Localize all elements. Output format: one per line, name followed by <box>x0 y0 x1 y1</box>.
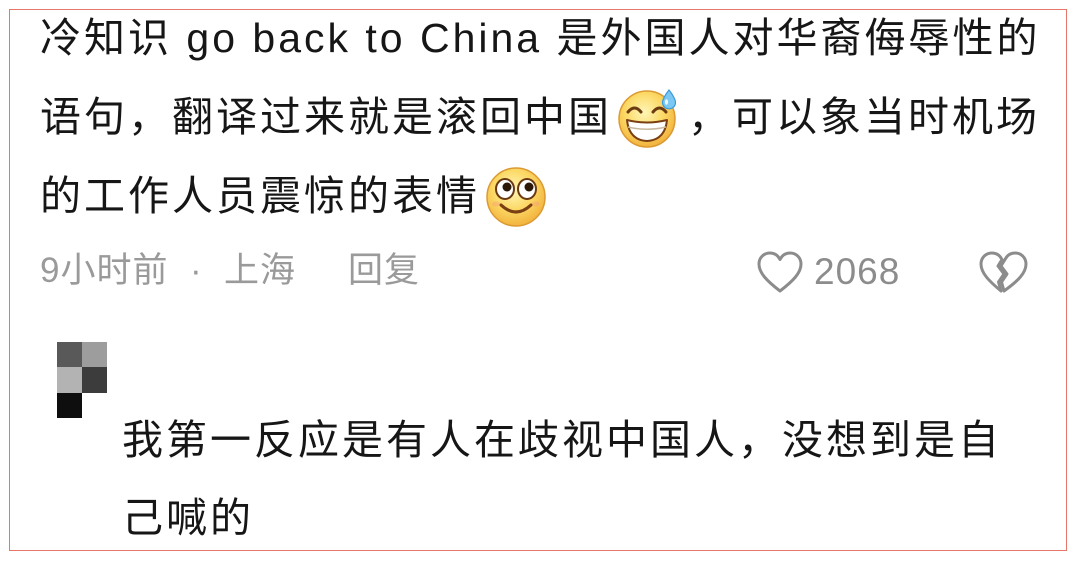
dislike-button[interactable] <box>978 250 1028 296</box>
broken-heart-left-half <box>979 251 1006 293</box>
broken-heart-icon[interactable] <box>978 250 1028 296</box>
reply-button[interactable]: 回复 <box>348 249 420 293</box>
avatar-mosaic-block <box>57 392 82 418</box>
avatar-mosaic-block <box>82 367 107 393</box>
emoji-cheek-right <box>532 201 540 207</box>
broken-heart-right-half <box>999 251 1028 293</box>
emoji-sweat-drop <box>661 89 677 110</box>
comment-time: 9小时前 <box>40 251 169 290</box>
avatar[interactable] <box>57 342 107 418</box>
comment-text: 冷知识 go back to China 是外国人对华裔侮辱性的 <box>40 15 1041 61</box>
avatar-mosaic-block <box>57 367 82 393</box>
comment-text: 语句，翻译过来就是滚回中国 <box>40 94 612 140</box>
reply-text-line: 我第一反应是有人在歧视中国人，没想到是自 <box>122 417 1002 463</box>
comment-text: 的工作人员震惊的表情 <box>40 173 480 219</box>
like-button[interactable]: 2068 <box>756 249 900 295</box>
grinning-face-with-sweat-icon <box>616 85 680 149</box>
avatar-mosaic-block <box>82 342 107 368</box>
emoji-pupil-right <box>524 182 534 192</box>
emoji-face <box>486 167 546 227</box>
comment-location: 上海 <box>224 251 297 290</box>
meta-separator: · <box>190 251 203 290</box>
comment-text-line: 冷知识 go back to China 是外国人对华裔侮辱性的 <box>40 10 1040 66</box>
emoji-cheek-left <box>492 201 500 207</box>
reply-text-line: 己喊的 <box>122 495 254 541</box>
heart-outline <box>757 251 803 293</box>
emoji-pupil-left <box>502 182 512 192</box>
heart-icon[interactable] <box>756 250 804 294</box>
like-count: 2068 <box>814 251 901 292</box>
emoji-sweat-highlight <box>664 99 669 105</box>
smiling-face-icon <box>484 164 548 228</box>
avatar-mosaic-block <box>57 342 82 368</box>
comment-text-line: 的工作人员震惊的表情 <box>40 167 548 227</box>
comment-text: ，可以象当时机场 <box>688 94 1040 140</box>
comment-text-line: 语句，翻译过来就是滚回中国 ，可以象当时机场 <box>40 89 1040 148</box>
